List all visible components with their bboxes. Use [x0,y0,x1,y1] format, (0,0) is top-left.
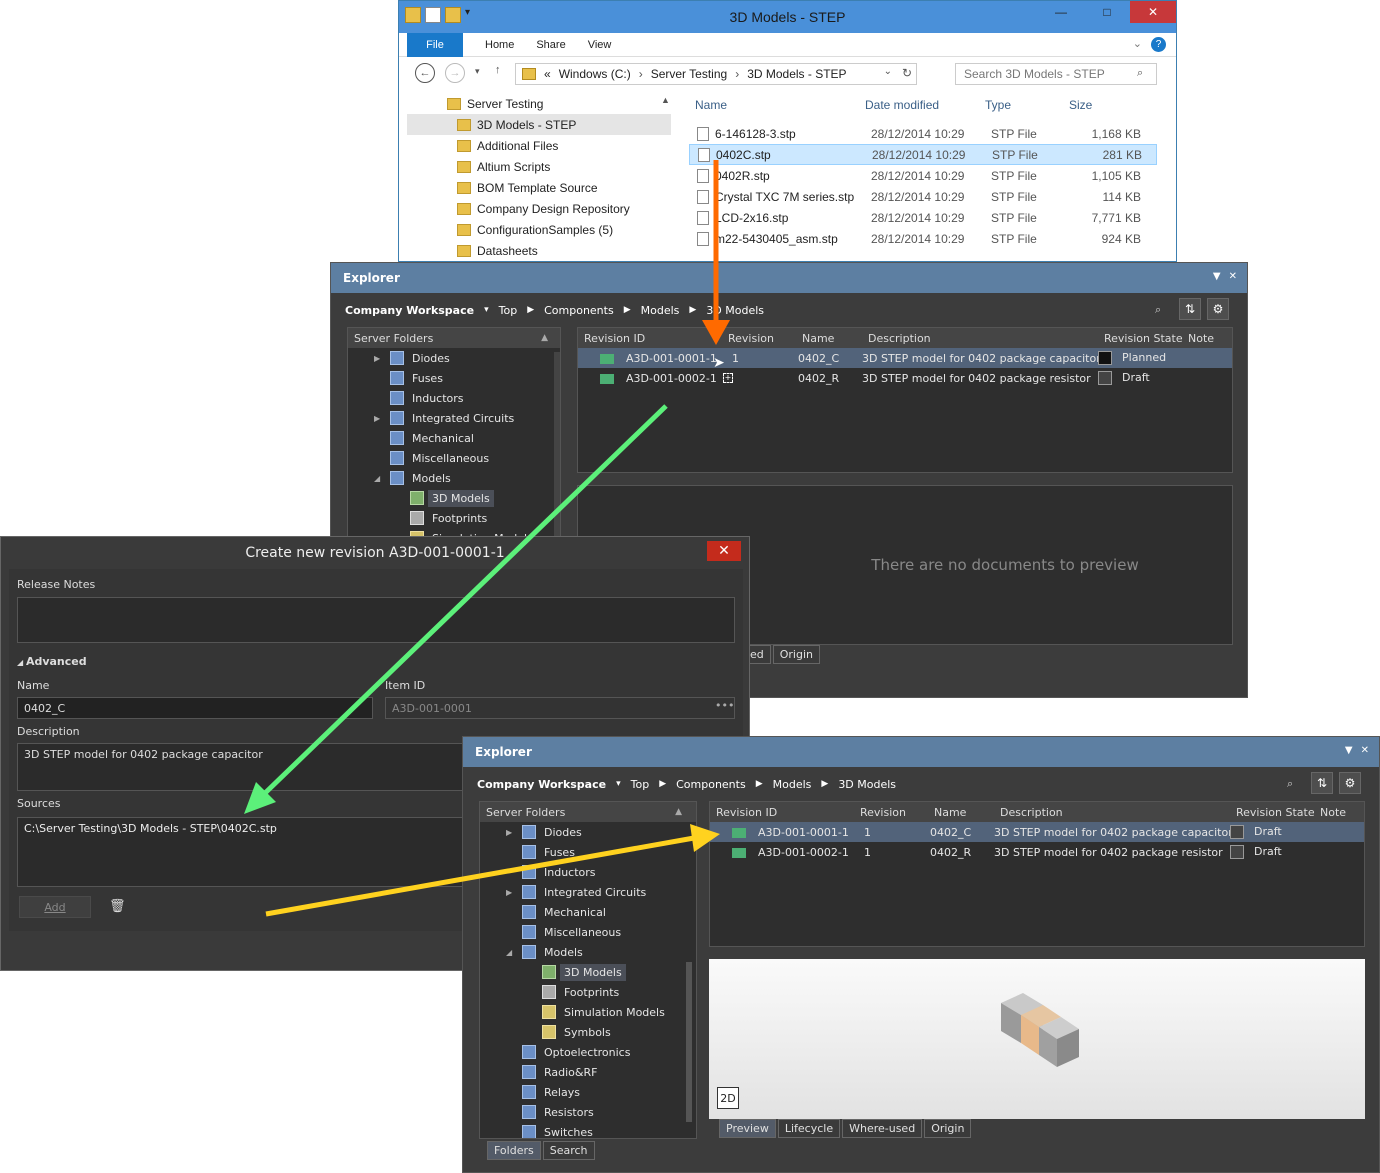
yellow-arrow-shaft [265,835,695,917]
green-arrow-shaft [260,404,668,798]
yellow-arrowhead [690,824,720,852]
orange-arrowhead [702,320,730,345]
annotation-arrows [244,160,730,917]
